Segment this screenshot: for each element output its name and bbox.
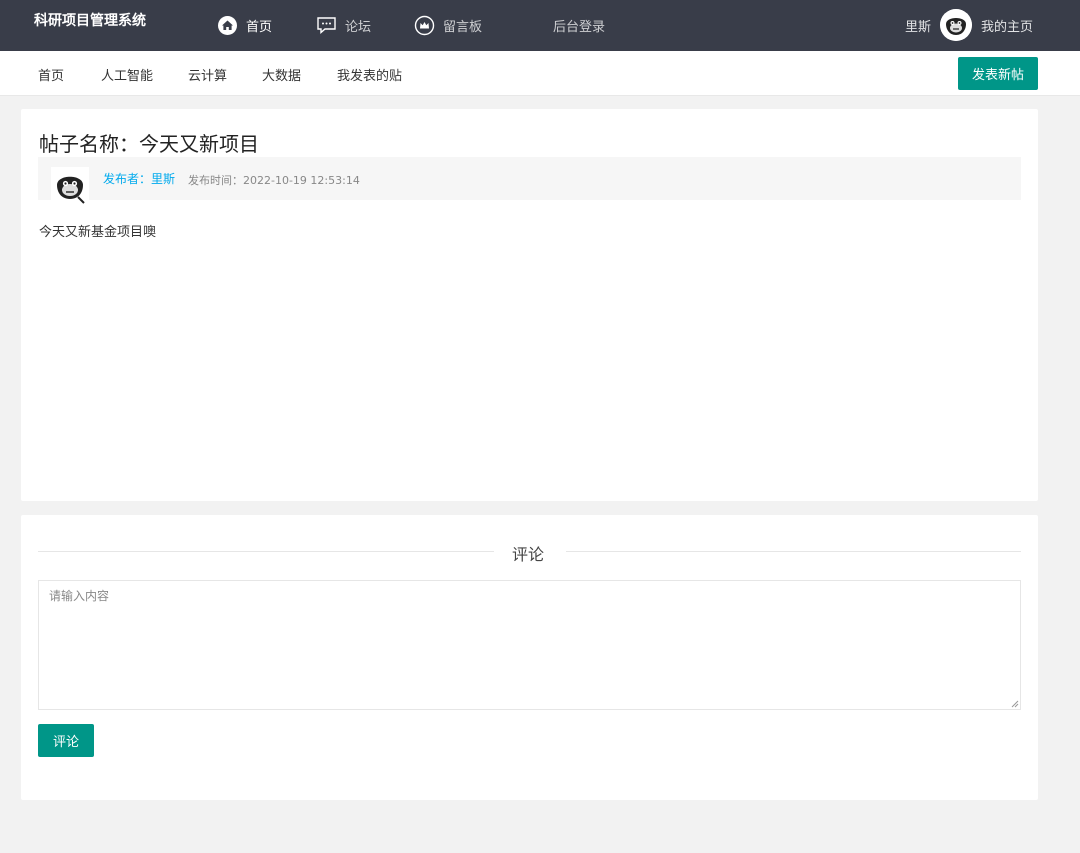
category-cloud[interactable]: 云计算 xyxy=(188,65,227,84)
user-name[interactable]: 里斯 xyxy=(905,16,931,35)
nav-admin-login[interactable]: 后台登录 xyxy=(553,14,605,36)
my-home-link[interactable]: 我的主页 xyxy=(981,16,1033,35)
chat-icon xyxy=(316,16,337,35)
author-avatar[interactable] xyxy=(51,167,89,205)
comment-input[interactable] xyxy=(38,580,1021,710)
category-ai[interactable]: 人工智能 xyxy=(101,65,153,84)
top-navbar: 科研项目管理系统 首页 论坛 留言板 后台登录 里斯 我的主页 xyxy=(0,0,1080,51)
post-content: 今天又新基金项目噢 xyxy=(39,225,157,240)
category-navbar: 首页 人工智能 云计算 大数据 我发表的贴 发表新帖 xyxy=(0,51,1080,96)
category-big-data[interactable]: 大数据 xyxy=(262,65,301,84)
divider xyxy=(38,551,494,552)
submit-comment-button[interactable]: 评论 xyxy=(38,724,94,757)
gorilla-avatar-icon xyxy=(940,9,972,41)
comment-heading-label: 评论 xyxy=(512,545,545,564)
nav-forum-label: 论坛 xyxy=(345,19,372,35)
nav-home[interactable]: 首页 xyxy=(217,14,272,36)
post-card: 帖子名称：今天又新项目 发布者：里斯 发布时间：2022-10-19 12:53… xyxy=(21,109,1038,501)
nav-message-board-label: 留言板 xyxy=(443,19,483,35)
gorilla-avatar-icon xyxy=(51,167,89,205)
nav-forum[interactable]: 论坛 xyxy=(316,14,371,36)
new-post-button[interactable]: 发表新帖 xyxy=(958,57,1038,90)
comment-heading: 评论 xyxy=(38,541,1021,564)
app-title: 科研项目管理系统 xyxy=(34,13,146,29)
post-time: 发布时间：2022-10-19 12:53:14 xyxy=(188,174,360,187)
post-author[interactable]: 发布者：里斯 xyxy=(103,170,175,187)
nav-message-board[interactable]: 留言板 xyxy=(414,14,482,36)
comment-card: 评论 评论 xyxy=(21,515,1038,800)
category-home[interactable]: 首页 xyxy=(38,65,64,84)
user-avatar[interactable] xyxy=(940,9,972,41)
nav-admin-login-label: 后台登录 xyxy=(553,19,606,35)
divider xyxy=(566,551,1021,552)
nav-home-label: 首页 xyxy=(246,19,273,35)
resize-grip-icon[interactable] xyxy=(1009,698,1019,708)
home-icon xyxy=(217,15,238,36)
crown-icon xyxy=(414,15,435,36)
post-meta: 发布者：里斯 发布时间：2022-10-19 12:53:14 xyxy=(38,157,1021,205)
category-my-posts[interactable]: 我发表的贴 xyxy=(337,65,402,84)
post-title: 帖子名称：今天又新项目 xyxy=(39,132,259,156)
